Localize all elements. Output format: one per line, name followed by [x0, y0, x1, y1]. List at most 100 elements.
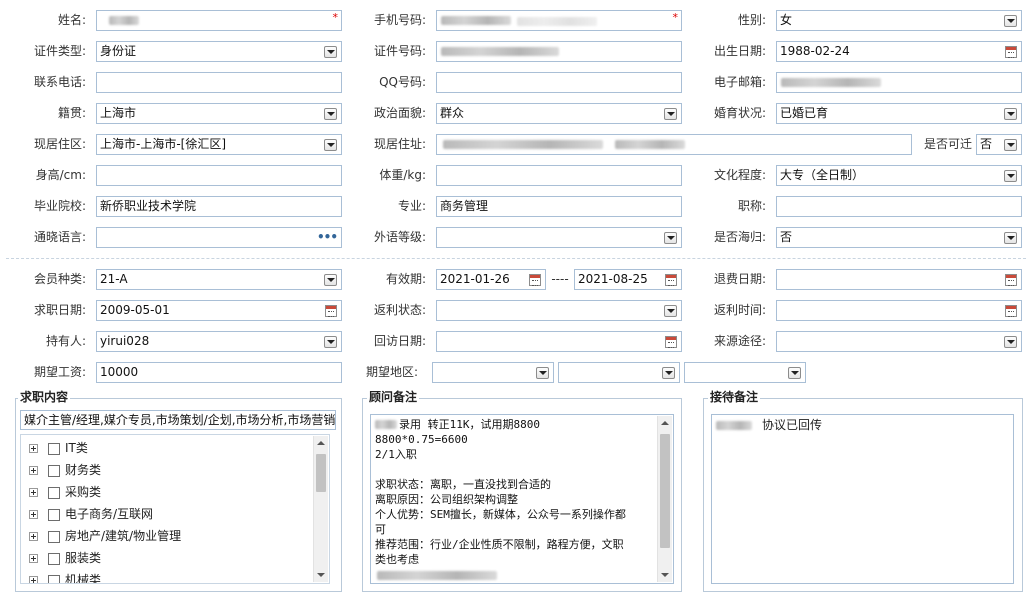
id-no-field[interactable]: [436, 41, 682, 62]
phone-field[interactable]: [96, 72, 342, 93]
chevron-down-icon[interactable]: [324, 336, 337, 348]
res-area-select[interactable]: 上海市-上海市-[徐汇区]: [96, 134, 342, 155]
checkbox[interactable]: [48, 464, 60, 477]
chevron-down-icon[interactable]: [1004, 336, 1017, 348]
chevron-down-icon[interactable]: [664, 108, 677, 120]
checkbox[interactable]: [48, 530, 60, 543]
calendar-icon[interactable]: [1005, 274, 1017, 286]
valid-from-field[interactable]: 2021-01-26: [436, 269, 546, 290]
calendar-icon[interactable]: [665, 336, 677, 348]
scroll-up-icon[interactable]: [317, 441, 325, 445]
notes-scrollbar[interactable]: [657, 416, 672, 582]
job-intent-summary[interactable]: 媒介主管/经理,媒介专员,市场策划/企划,市场分析,市场营销: [20, 410, 336, 430]
calendar-icon[interactable]: [529, 274, 541, 286]
expand-icon[interactable]: [29, 532, 38, 541]
lang-field[interactable]: •••: [96, 227, 342, 248]
expand-icon[interactable]: [29, 510, 38, 519]
tree-scrollbar[interactable]: [313, 436, 328, 582]
chevron-down-icon[interactable]: [1004, 232, 1017, 244]
overseas-select[interactable]: 否: [776, 227, 1022, 248]
calendar-icon[interactable]: [1005, 305, 1017, 317]
political-select[interactable]: 群众: [436, 103, 682, 124]
rebate-status-select[interactable]: [436, 300, 682, 321]
refund-date-field[interactable]: [776, 269, 1022, 290]
tree-item[interactable]: 财务类: [29, 461, 101, 479]
chevron-down-icon[interactable]: [324, 46, 337, 58]
major-field[interactable]: 商务管理: [436, 196, 682, 217]
revisit-date-field[interactable]: [436, 331, 682, 352]
chevron-down-icon[interactable]: [788, 367, 801, 379]
expand-icon[interactable]: [29, 466, 38, 475]
advisor-note-line: 类也考虑: [375, 553, 419, 566]
relocate-select[interactable]: 否: [976, 134, 1022, 155]
lang-level-select[interactable]: [436, 227, 682, 248]
calendar-icon[interactable]: [1005, 46, 1017, 58]
expand-icon[interactable]: [29, 488, 38, 497]
email-field[interactable]: [776, 72, 1022, 93]
chevron-down-icon[interactable]: [324, 274, 337, 286]
marital-select[interactable]: 已婚已育: [776, 103, 1022, 124]
calendar-icon[interactable]: [325, 305, 337, 317]
birth-date-field[interactable]: 1988-02-24: [776, 41, 1022, 62]
name-field[interactable]: *: [96, 10, 342, 31]
chevron-down-icon[interactable]: [536, 367, 549, 379]
scroll-down-icon[interactable]: [317, 573, 325, 577]
region-city-select[interactable]: [558, 362, 680, 383]
checkbox[interactable]: [48, 508, 60, 521]
job-date-field[interactable]: 2009-05-01: [96, 300, 342, 321]
weight-field[interactable]: [436, 165, 682, 186]
res-area-value: 上海市-上海市-[徐汇区]: [100, 137, 227, 151]
expand-icon[interactable]: [29, 576, 38, 583]
chevron-down-icon[interactable]: [1004, 108, 1017, 120]
expand-icon[interactable]: [29, 554, 38, 563]
checkbox[interactable]: [48, 486, 60, 499]
salary-field[interactable]: 10000: [96, 362, 342, 383]
mobile-field[interactable]: *: [436, 10, 682, 31]
chevron-down-icon[interactable]: [324, 108, 337, 120]
id-type-value: 身份证: [100, 44, 137, 58]
chevron-down-icon[interactable]: [324, 139, 337, 151]
tree-item[interactable]: 房地产/建筑/物业管理: [29, 527, 181, 545]
scroll-thumb[interactable]: [660, 434, 670, 548]
qq-field[interactable]: [436, 72, 682, 93]
chevron-down-icon[interactable]: [662, 367, 675, 379]
expand-icon[interactable]: [29, 444, 38, 453]
chevron-down-icon[interactable]: [1004, 15, 1017, 27]
source-select[interactable]: [776, 331, 1022, 352]
edu-select[interactable]: 大专（全日制）: [776, 165, 1022, 186]
member-type-select[interactable]: 21-A: [96, 269, 342, 290]
checkbox[interactable]: [48, 442, 60, 455]
valid-to-field[interactable]: 2021-08-25: [574, 269, 682, 290]
chevron-down-icon[interactable]: [664, 305, 677, 317]
tree-item[interactable]: IT类: [29, 439, 88, 457]
region-province-select[interactable]: [432, 362, 554, 383]
chevron-down-icon[interactable]: [664, 232, 677, 244]
advisor-notes-textarea[interactable]: 录用 转正11K，试用期8800 8800*0.75=6600 2/1入职 求职…: [370, 414, 674, 584]
res-addr-field[interactable]: [436, 134, 912, 155]
native-select[interactable]: 上海市: [96, 103, 342, 124]
scroll-down-icon[interactable]: [661, 573, 669, 577]
holder-select[interactable]: yirui028: [96, 331, 342, 352]
calendar-icon[interactable]: [665, 274, 677, 286]
checkbox[interactable]: [48, 574, 60, 583]
region-district-select[interactable]: [684, 362, 806, 383]
tree-item[interactable]: 采购类: [29, 483, 101, 501]
chevron-down-icon[interactable]: [1004, 170, 1017, 182]
tree-item[interactable]: 服装类: [29, 549, 101, 567]
rebate-time-field[interactable]: [776, 300, 1022, 321]
id-type-select[interactable]: 身份证: [96, 41, 342, 62]
title-field[interactable]: [776, 196, 1022, 217]
source-label: 来源途径:: [713, 334, 766, 348]
school-field[interactable]: 新侨职业技术学院: [96, 196, 342, 217]
tree-item[interactable]: 机械类: [29, 571, 101, 583]
tree-item-label: 采购类: [65, 485, 102, 499]
gender-select[interactable]: 女: [776, 10, 1022, 31]
height-field[interactable]: [96, 165, 342, 186]
more-options-icon[interactable]: •••: [317, 228, 338, 247]
tree-item[interactable]: 电子商务/互联网: [29, 505, 153, 523]
checkbox[interactable]: [48, 552, 60, 565]
scroll-up-icon[interactable]: [661, 421, 669, 425]
chevron-down-icon[interactable]: [1004, 139, 1017, 151]
scroll-thumb[interactable]: [316, 454, 326, 492]
reception-textarea[interactable]: 协议已回传: [711, 414, 1014, 584]
